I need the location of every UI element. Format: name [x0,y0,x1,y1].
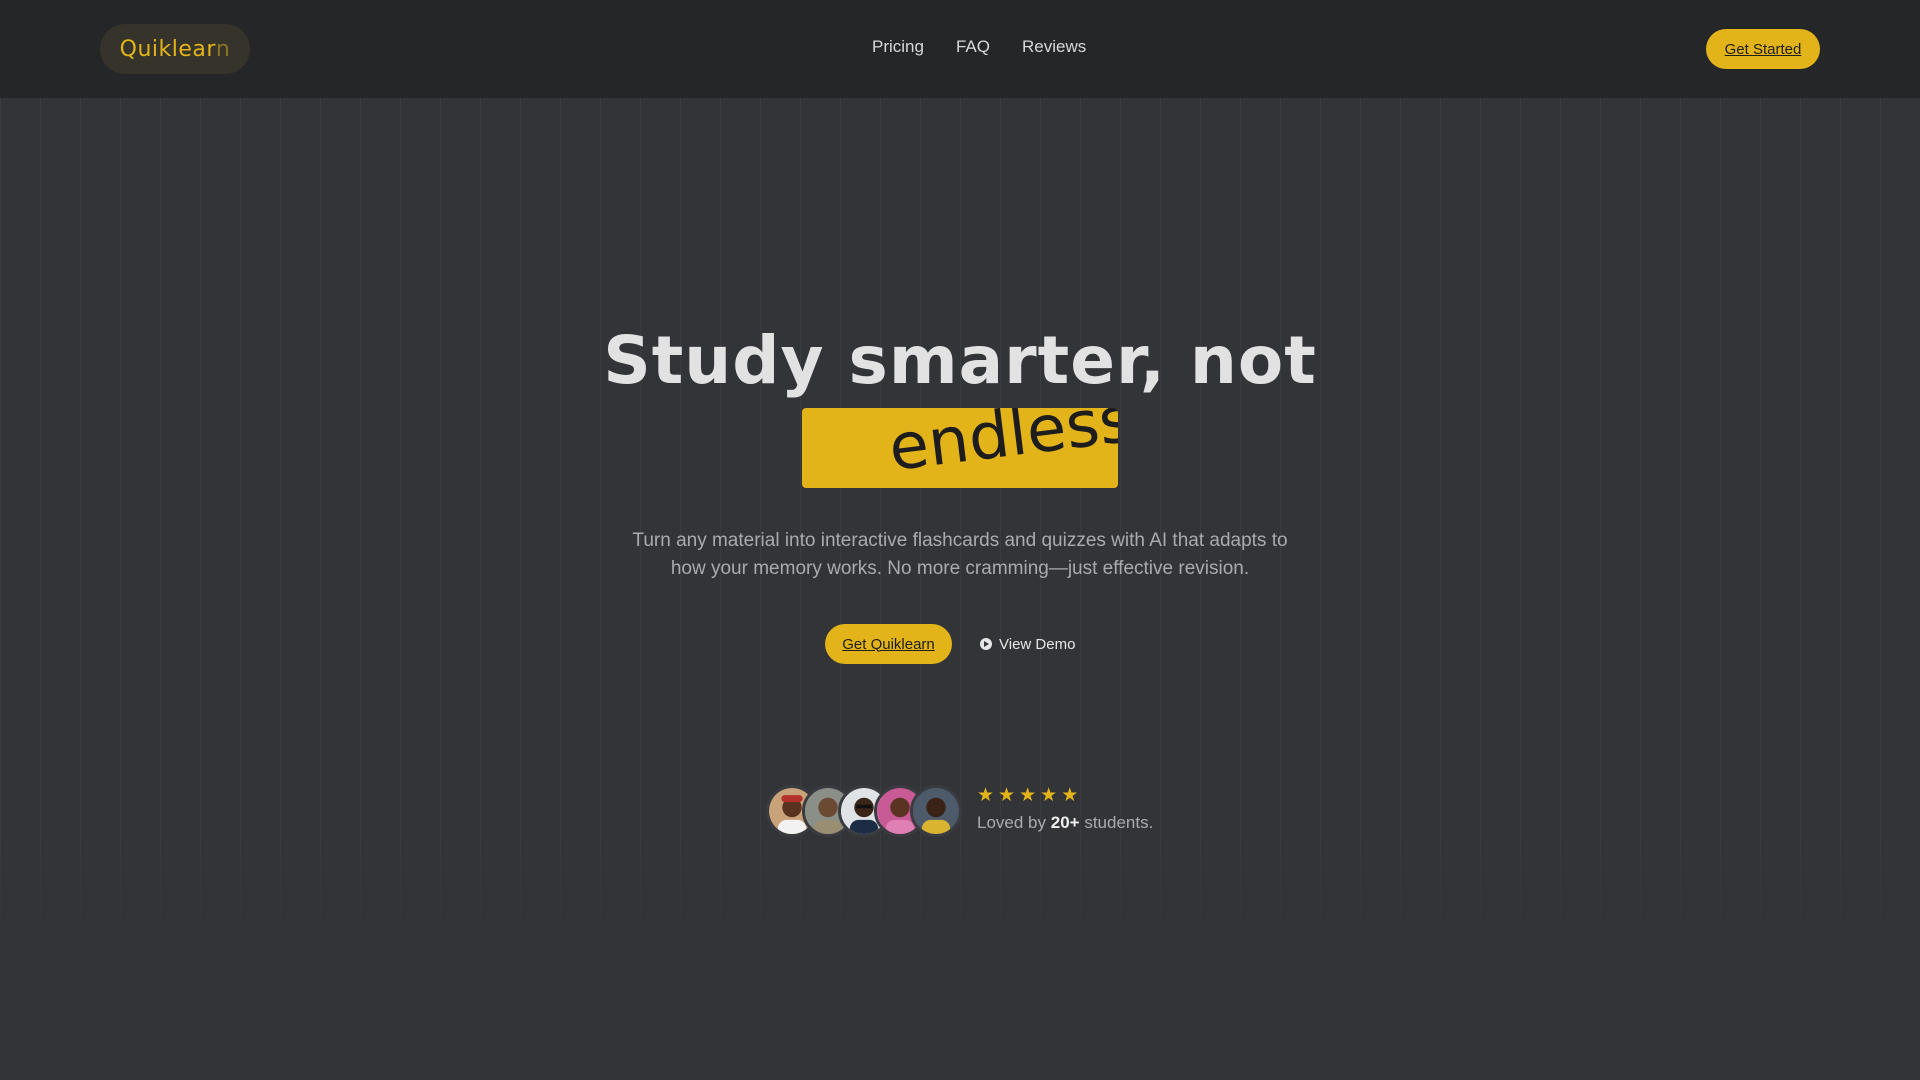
nav-link-pricing[interactable]: Pricing [872,37,924,57]
hero-subtitle-line-1: Turn any material into interactive flash… [632,530,1288,551]
hero-headline: Study smarter, not [603,322,1317,399]
star-icon: ★ [1019,784,1037,806]
logo-text-main: Quiklear [119,36,216,62]
star-icon: ★ [998,784,1016,806]
hero-subtitle-line-2: how your memory works. No more cramming—… [670,558,1250,579]
nav-link-reviews[interactable]: Reviews [1022,37,1086,57]
student-avatars [766,785,966,839]
loved-by-text: Loved by 20+ students. [977,813,1153,833]
main-nav: Pricing FAQ Reviews [872,37,1086,57]
star-icon: ★ [977,784,995,806]
get-quiklearn-button[interactable]: Get Quiklearn [825,624,952,664]
view-demo-button[interactable]: View Demo [980,624,1075,664]
star-icon: ★ [1040,784,1058,806]
avatar [910,785,962,837]
headline-highlight-word: endlessly [884,408,1118,486]
hero-subtitle: Turn any material into interactive flash… [620,527,1300,583]
headline-highlight-box: endlessly [802,408,1118,488]
logo[interactable]: Quiklear n [100,24,250,74]
play-circle-icon [980,638,992,650]
background-grid [0,98,1920,1080]
logo-text-tail: n [215,36,231,62]
student-count: 20+ [1050,813,1080,832]
nav-link-faq[interactable]: FAQ [956,37,990,57]
landing-page: Quiklear n Pricing FAQ Reviews Get Starte… [0,0,1920,1080]
star-icon: ★ [1061,784,1079,806]
top-header: Quiklear n Pricing FAQ Reviews Get Starte… [0,0,1920,98]
get-started-button[interactable]: Get Started [1706,29,1820,69]
loved-prefix: Loved by [977,813,1046,832]
rating-stars: ★ ★ ★ ★ ★ [977,785,1078,805]
view-demo-label: View Demo [999,635,1076,653]
loved-suffix: students. [1084,813,1154,832]
